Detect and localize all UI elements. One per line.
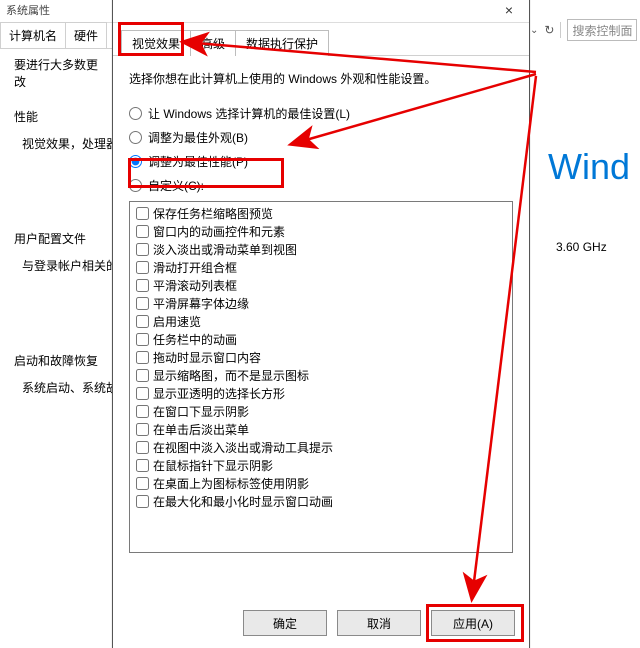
bg-perf-sub: 视觉效果，处理器 <box>0 129 112 152</box>
radio-input[interactable] <box>129 131 142 144</box>
effect-checkbox[interactable] <box>136 315 149 328</box>
effect-checkbox-label: 窗口内的动画控件和元素 <box>153 223 285 240</box>
effect-checkbox-row[interactable]: 任务栏中的动画 <box>132 330 512 348</box>
effect-checkbox-label: 在单击后淡出菜单 <box>153 421 249 438</box>
performance-options-dialog: × 视觉效果 高级 数据执行保护 选择你想在此计算机上使用的 Windows 外… <box>112 0 530 648</box>
effect-checkbox-label: 任务栏中的动画 <box>153 331 237 348</box>
radio-custom[interactable]: 自定义(C): <box>129 173 513 197</box>
cancel-button[interactable]: 取消 <box>337 610 421 636</box>
radio-label: 自定义(C): <box>148 177 204 194</box>
effects-checkbox-panel[interactable]: 保存任务栏缩略图预览窗口内的动画控件和元素淡入淡出或滑动菜单到视图滑动打开组合框… <box>129 201 513 553</box>
effect-checkbox-row[interactable]: 在鼠标指针下显示阴影 <box>132 456 512 474</box>
effect-checkbox[interactable] <box>136 243 149 256</box>
effect-checkbox-row[interactable]: 启用速览 <box>132 312 512 330</box>
radio-input[interactable] <box>129 155 142 168</box>
effect-checkbox[interactable] <box>136 207 149 220</box>
bg-perf-title: 性能 <box>0 90 112 129</box>
cpu-ghz-text: 3.60 GHz <box>556 240 607 254</box>
refresh-icon[interactable]: ↻ <box>544 23 554 37</box>
effect-checkbox[interactable] <box>136 351 149 364</box>
ok-button[interactable]: 确定 <box>243 610 327 636</box>
effect-checkbox[interactable] <box>136 297 149 310</box>
radio-label: 调整为最佳性能(P) <box>148 153 248 170</box>
radio-let-windows-choose[interactable]: 让 Windows 选择计算机的最佳设置(L) <box>129 101 513 125</box>
effect-checkbox-row[interactable]: 在窗口下显示阴影 <box>132 402 512 420</box>
close-icon[interactable]: × <box>489 0 529 22</box>
bg-profile-title: 用户配置文件 <box>0 212 112 251</box>
search-input[interactable]: 搜索控制面 <box>567 19 637 41</box>
effect-checkbox[interactable] <box>136 459 149 472</box>
bg-tabstrip: 计算机名 硬件 <box>0 22 112 49</box>
chevron-down-icon[interactable]: ⌄ <box>530 25 538 36</box>
effect-checkbox-row[interactable]: 保存任务栏缩略图预览 <box>132 204 512 222</box>
effect-checkbox-label: 显示缩略图，而不是显示图标 <box>153 367 309 384</box>
effect-checkbox-row[interactable]: 显示亚透明的选择长方形 <box>132 384 512 402</box>
effect-checkbox-label: 平滑屏幕字体边缘 <box>153 295 249 312</box>
effect-checkbox[interactable] <box>136 423 149 436</box>
tab-visual-effects[interactable]: 视觉效果 <box>121 30 191 56</box>
effect-checkbox-row[interactable]: 平滑滚动列表框 <box>132 276 512 294</box>
effect-checkbox-row[interactable]: 滑动打开组合框 <box>132 258 512 276</box>
radio-label: 调整为最佳外观(B) <box>148 129 248 146</box>
bg-tab-computer-name[interactable]: 计算机名 <box>0 22 66 48</box>
radio-best-appearance[interactable]: 调整为最佳外观(B) <box>129 125 513 149</box>
effect-checkbox-label: 在窗口下显示阴影 <box>153 403 249 420</box>
radio-input[interactable] <box>129 179 142 192</box>
effect-checkbox-row[interactable]: 在桌面上为图标标签使用阴影 <box>132 474 512 492</box>
effect-checkbox-label: 滑动打开组合框 <box>153 259 237 276</box>
effect-checkbox-row[interactable]: 在最大化和最小化时显示窗口动画 <box>132 492 512 510</box>
effect-checkbox[interactable] <box>136 405 149 418</box>
dialog-tabstrip: 视觉效果 高级 数据执行保护 <box>113 29 529 56</box>
effect-checkbox[interactable] <box>136 261 149 274</box>
bg-startup-title: 启动和故障恢复 <box>0 334 112 373</box>
effect-checkbox[interactable] <box>136 495 149 508</box>
bg-advice-text: 要进行大多数更改 <box>0 48 112 90</box>
bg-startup-sub: 系统启动、系统故 <box>0 373 112 396</box>
effect-checkbox-label: 启用速览 <box>153 313 201 330</box>
tab-dep[interactable]: 数据执行保护 <box>235 30 329 56</box>
apply-button[interactable]: 应用(A) <box>431 610 515 636</box>
effect-checkbox[interactable] <box>136 333 149 346</box>
radio-input[interactable] <box>129 107 142 120</box>
effect-checkbox-label: 在视图中淡入淡出或滑动工具提示 <box>153 439 333 456</box>
effect-checkbox-label: 在最大化和最小化时显示窗口动画 <box>153 493 333 510</box>
bg-titlebar: 系统属性 <box>0 0 118 23</box>
effect-checkbox[interactable] <box>136 369 149 382</box>
bg-profile-sub: 与登录帐户相关的 <box>0 251 112 274</box>
effect-checkbox-row[interactable]: 在视图中淡入淡出或滑动工具提示 <box>132 438 512 456</box>
bg-tab-hardware[interactable]: 硬件 <box>65 22 107 48</box>
description-text: 选择你想在此计算机上使用的 Windows 外观和性能设置。 <box>129 70 513 87</box>
effect-checkbox[interactable] <box>136 279 149 292</box>
effect-checkbox[interactable] <box>136 225 149 238</box>
dialog-titlebar: × <box>113 0 529 23</box>
effect-checkbox[interactable] <box>136 441 149 454</box>
effect-checkbox-label: 在桌面上为图标标签使用阴影 <box>153 475 309 492</box>
tab-advanced[interactable]: 高级 <box>190 30 236 56</box>
effect-checkbox-row[interactable]: 拖动时显示窗口内容 <box>132 348 512 366</box>
radio-label: 让 Windows 选择计算机的最佳设置(L) <box>148 105 350 122</box>
windows-logo-text: Wind <box>548 146 630 188</box>
effect-checkbox[interactable] <box>136 477 149 490</box>
effect-checkbox-row[interactable]: 显示缩略图，而不是显示图标 <box>132 366 512 384</box>
radio-best-performance[interactable]: 调整为最佳性能(P) <box>129 149 513 173</box>
effect-checkbox-label: 保存任务栏缩略图预览 <box>153 205 273 222</box>
effect-checkbox-label: 淡入淡出或滑动菜单到视图 <box>153 241 297 258</box>
explorer-toolbar-fragment: ⌄ ↻ 搜索控制面 <box>530 20 637 40</box>
effect-checkbox-row[interactable]: 窗口内的动画控件和元素 <box>132 222 512 240</box>
dialog-button-row: 确定 取消 应用(A) <box>243 610 515 636</box>
effect-checkbox-label: 显示亚透明的选择长方形 <box>153 385 285 402</box>
effect-checkbox-row[interactable]: 平滑屏幕字体边缘 <box>132 294 512 312</box>
effect-checkbox-label: 平滑滚动列表框 <box>153 277 237 294</box>
effect-checkbox[interactable] <box>136 387 149 400</box>
effect-checkbox-row[interactable]: 淡入淡出或滑动菜单到视图 <box>132 240 512 258</box>
effect-checkbox-row[interactable]: 在单击后淡出菜单 <box>132 420 512 438</box>
effect-checkbox-label: 拖动时显示窗口内容 <box>153 349 261 366</box>
effect-checkbox-label: 在鼠标指针下显示阴影 <box>153 457 273 474</box>
